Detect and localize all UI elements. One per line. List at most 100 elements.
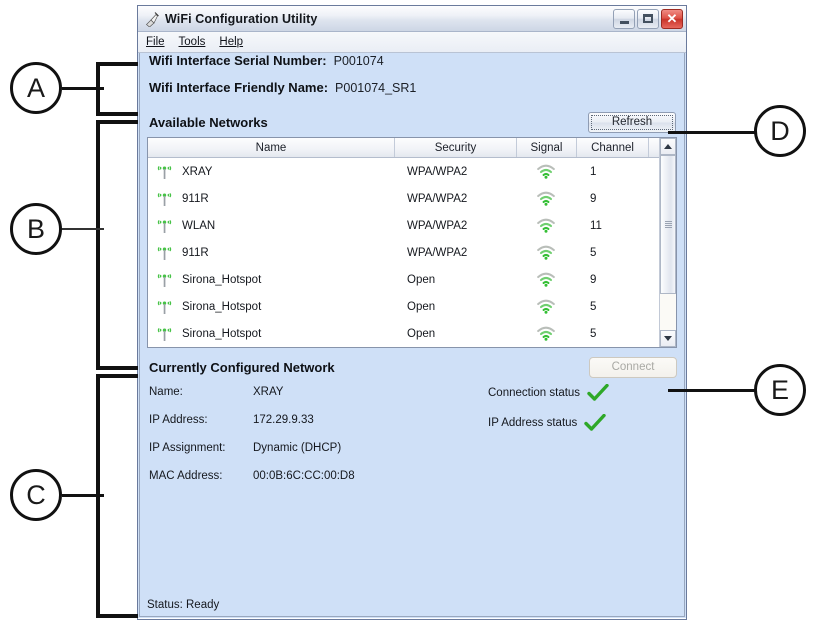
table-row[interactable]: Sirona_Hotspot Open 5: [148, 320, 659, 347]
cell-security: WPA/WPA2: [394, 158, 516, 185]
cell-channel: 5: [576, 293, 648, 320]
check-icon: [584, 414, 606, 431]
ip-address-status-label: IP Address status: [488, 417, 578, 429]
maximize-button[interactable]: [637, 8, 659, 29]
antenna-icon: [157, 300, 172, 314]
detail-mac-address-value: 00:0B:6C:CC:00:D8: [253, 470, 355, 482]
maximize-icon: [643, 14, 653, 23]
callout-leader-b: [62, 228, 104, 230]
table-row[interactable]: 911R WPA/WPA2 5: [148, 239, 659, 266]
title-bar[interactable]: WiFi Configuration Utility ✕: [138, 6, 686, 32]
callout-marker-e: E: [754, 364, 806, 416]
configured-network-header: Currently Configured Network Connect: [147, 354, 677, 380]
status-bar: Status: Ready: [147, 599, 220, 611]
detail-ip-address-value: 172.29.9.33: [253, 414, 314, 426]
callout-marker-a: A: [10, 62, 62, 114]
refresh-button[interactable]: Refresh: [588, 111, 676, 133]
cell-signal: [516, 239, 576, 266]
detail-name-value: XRAY: [253, 386, 284, 398]
callout-leader-a: [62, 87, 104, 90]
column-header-name[interactable]: Name: [148, 138, 394, 157]
menu-item-tools[interactable]: Tools: [179, 36, 206, 48]
channel-text: 9: [590, 273, 597, 286]
close-button[interactable]: ✕: [661, 8, 683, 29]
window-body: Wifi Interface Serial Number: P001074 Wi…: [138, 53, 686, 618]
scroll-up-button[interactable]: [660, 138, 676, 155]
connection-status-row: Connection status: [488, 384, 609, 402]
cell-channel: 9: [576, 266, 648, 293]
table-row[interactable]: WLAN WPA/WPA2 11: [148, 212, 659, 239]
chevron-down-icon: [664, 336, 672, 341]
cell-signal: [516, 266, 576, 293]
column-header-signal[interactable]: Signal: [516, 138, 576, 157]
cell-network-name: WLAN: [148, 212, 394, 239]
detail-mac-address-label: MAC Address:: [149, 470, 223, 482]
ip-address-status-row: IP Address status: [488, 414, 606, 432]
channel-text: 5: [590, 246, 597, 259]
scroll-down-button[interactable]: [660, 330, 676, 347]
cell-network-name: XRAY: [148, 158, 394, 185]
menu-item-file[interactable]: File: [146, 36, 165, 48]
networks-row-container: XRAY WPA/WPA2 1 911R WPA/WPA2 9 WLAN WPA/WP…: [148, 158, 659, 347]
security-text: WPA/WPA2: [407, 246, 468, 259]
antenna-icon: [157, 219, 172, 233]
cell-channel: 11: [576, 212, 648, 239]
cell-network-name: Sirona_Hotspot: [148, 320, 394, 347]
cell-network-name: 911R: [148, 185, 394, 212]
table-row[interactable]: Sirona_Hotspot Open 9: [148, 266, 659, 293]
networks-table[interactable]: Name Security Signal Channel XRAY WPA/WPA…: [147, 137, 677, 348]
antenna-icon: [157, 327, 172, 341]
menu-item-help[interactable]: Help: [219, 36, 243, 48]
serial-number-value: P001074: [333, 54, 384, 68]
channel-text: 5: [590, 300, 597, 313]
column-header-security[interactable]: Security: [394, 138, 516, 157]
security-text: Open: [407, 300, 436, 313]
column-header-spacer: [648, 138, 659, 157]
cell-signal: [516, 185, 576, 212]
network-name-text: Sirona_Hotspot: [182, 300, 262, 313]
available-networks-title: Available Networks: [149, 114, 268, 130]
table-row[interactable]: 911R WPA/WPA2 9: [148, 185, 659, 212]
cell-channel: 9: [576, 185, 648, 212]
table-row[interactable]: XRAY WPA/WPA2 1: [148, 158, 659, 185]
callout-label-c: C: [26, 479, 46, 510]
minimize-button[interactable]: [613, 8, 635, 29]
cell-security: WPA/WPA2: [394, 185, 516, 212]
connect-button[interactable]: Connect: [589, 356, 677, 378]
application-window: WiFi Configuration Utility ✕ File Tools: [137, 5, 687, 620]
available-networks-header: Available Networks Refresh: [138, 107, 686, 137]
network-name-text: XRAY: [182, 165, 213, 178]
detail-name: Name: XRAY: [149, 386, 283, 398]
cell-security: WPA/WPA2: [394, 212, 516, 239]
configured-network-title: Currently Configured Network: [149, 359, 335, 375]
callout-bracket-b: [96, 120, 138, 370]
networks-table-body: Name Security Signal Channel XRAY WPA/WPA…: [148, 138, 659, 347]
callout-leader-c: [62, 494, 104, 497]
detail-mac-address: MAC Address: 00:0B:6C:CC:00:D8: [149, 470, 355, 482]
table-row[interactable]: Sirona_Hotspot Open 5: [148, 293, 659, 320]
callout-marker-d: D: [754, 105, 806, 157]
antenna-icon: [157, 165, 172, 179]
cell-security: WPA/WPA2: [394, 239, 516, 266]
detail-ip-assignment: IP Assignment: Dynamic (DHCP): [149, 442, 341, 454]
callout-marker-b: B: [10, 203, 62, 255]
channel-text: 11: [590, 219, 602, 232]
cell-network-name: Sirona_Hotspot: [148, 293, 394, 320]
detail-ip-address-label: IP Address:: [149, 414, 208, 426]
cell-channel: 5: [576, 320, 648, 347]
scrollbar-track[interactable]: [660, 155, 676, 330]
wifi-signal-icon: [537, 326, 555, 341]
connection-status-label: Connection status: [488, 387, 581, 399]
cell-network-name: Sirona_Hotspot: [148, 266, 394, 293]
cell-security: Open: [394, 266, 516, 293]
networks-scrollbar[interactable]: [659, 138, 676, 347]
channel-text: 1: [590, 165, 597, 178]
window-title: WiFi Configuration Utility: [165, 11, 318, 26]
scrollbar-thumb[interactable]: [660, 155, 676, 294]
configured-network-section: Currently Configured Network Connect Nam…: [138, 354, 686, 494]
cell-security: Open: [394, 293, 516, 320]
wifi-signal-icon: [537, 245, 555, 260]
column-header-channel[interactable]: Channel: [576, 138, 648, 157]
serial-number-label: Wifi Interface Serial Number:: [149, 53, 327, 68]
callout-label-d: D: [770, 115, 790, 146]
